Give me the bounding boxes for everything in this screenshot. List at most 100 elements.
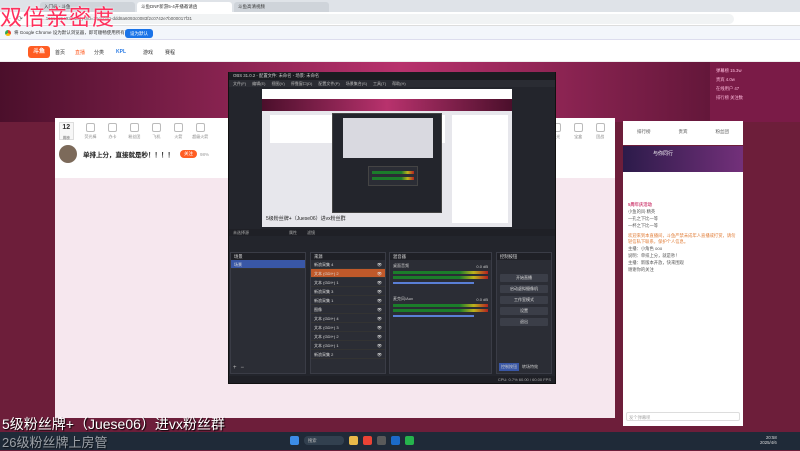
browser-tab-bar: 入门必 - 斗鱼 斗鱼DNF新游5-4开播邀请函 斗鱼高清视频 [0,0,800,12]
gift-item[interactable]: 宝盒 [567,122,589,140]
tab-rank[interactable]: 排行榜 [637,129,651,135]
menu-item[interactable]: 停靠窗口(D) [291,81,313,87]
filters-button[interactable]: 滤镜 [307,230,315,236]
file-explorer-icon[interactable] [349,436,358,445]
remove-icon[interactable]: − [241,365,245,371]
menu-item[interactable]: 视图(V) [271,81,284,87]
eye-icon: 👁 [376,271,382,276]
preview-browser-bar [262,89,512,99]
obs-scenes-panel: 场景 场景 + − [230,252,306,374]
chat-input[interactable]: 发个弹幕呗 [626,412,740,421]
controls-header: 控制按钮 [497,253,551,260]
source-item[interactable]: 新浪采集 4 👁 [311,260,385,269]
exit-button[interactable]: 退出 [500,318,548,326]
eye-icon: 👁 [376,280,382,285]
volume-slider[interactable] [393,315,474,317]
source-item[interactable]: 新浪采集 2 👁 [311,350,385,359]
menu-item[interactable]: 配置文件(P) [318,81,339,87]
gift-item[interactable]: 超级火箭 [189,122,211,140]
gift-item[interactable]: 粉丝团 [123,122,145,140]
follow-button[interactable]: 关注 [180,150,197,158]
tab-fans[interactable]: 粉丝团 [716,129,730,135]
gift-item[interactable]: 办卡 [102,122,124,140]
virtual-camera-button[interactable]: 启动虚拟摄像机 [500,285,548,293]
preview-chat [452,115,508,223]
room-stats-panel: 弹幕榜 15.3w 贵宾 4.0w 在线用户 47 排行榜 关注数 [710,62,800,122]
start-streaming-button[interactable]: 开始直播 [500,274,548,282]
set-default-button[interactable]: 设为默认 [125,29,153,38]
menu-item[interactable]: 编辑(E) [252,81,265,87]
eye-icon: 👁 [376,307,382,312]
url-input[interactable]: ...16557354927&ddyshd=25e0ba0-ddd8a6093c… [34,14,734,24]
eye-icon: 👁 [376,325,382,330]
nav-games[interactable]: 游戏 [143,49,153,56]
menu-item[interactable]: 帮助(H) [392,81,406,87]
scene-controls: + − [233,365,244,371]
tab-controls[interactable]: 控制按钮 [499,363,519,371]
site-logo[interactable]: 斗鱼 [28,46,50,58]
add-icon[interactable]: + [233,365,237,371]
nav-home[interactable]: 首页 [55,49,65,56]
tab-transitions[interactable]: 转场特效 [522,364,538,370]
eye-icon: 👁 [376,343,382,348]
scene-item[interactable]: 场景 [231,260,305,269]
source-item[interactable]: 文本 (GDI+) 1 👁 [311,341,385,350]
obs-preview[interactable]: 5级粉丝牌+（Juese06）进vx粉丝群 [262,89,512,227]
nav-live[interactable]: 直播 [75,49,85,56]
source-item[interactable]: 文本 (GDI+) 3 👁 [311,323,385,332]
scenes-header: 场景 [231,253,305,260]
gift-item[interactable]: 飞机 [145,122,167,140]
chat-message: 谢谢你的关注 [628,267,654,272]
steam-icon[interactable] [391,436,400,445]
gift-item[interactable]: 火箭 [167,122,189,140]
browser-tab-active[interactable]: 斗鱼DNF新游5-4开播邀请函 [137,2,232,12]
source-item[interactable]: 文本 (GDI+) 1 👁 [311,278,385,287]
stat-line: 排行榜 关注数 [716,95,743,100]
preview-caption: 5级粉丝牌+（Juese06）进vx粉丝群 [266,216,346,222]
source-item[interactable]: 文本 (GDI+) 2 👁 [311,332,385,341]
overlay-fans-group: 5级粉丝牌+（Juese06）进vx粉丝群 [2,416,225,432]
stat-line: 在线用户 47 [716,86,740,91]
menu-item[interactable]: 文件(F) [233,81,246,87]
gift-item[interactable]: 团战 [589,122,611,140]
source-item[interactable]: 新浪采集 3 👁 [311,287,385,296]
menu-item[interactable]: 场景集合(S) [346,81,367,87]
obs-taskbar-icon[interactable] [377,436,386,445]
studio-mode-button[interactable]: 工作室模式 [500,296,548,304]
taskbar-icons: 搜索 [290,436,419,445]
overlay-title: 双倍亲密度 [0,6,116,31]
wechat-icon[interactable] [405,436,414,445]
chat-message: 主播：小角色 ooo [628,246,663,251]
source-item-selected[interactable]: 文本 (GDI+) 2 👁 [311,269,385,278]
obs-controls-panel: 控制按钮 开始直播 启动虚拟摄像机 工作室模式 设置 退出 控制按钮 转场特效 [496,252,552,374]
follow-count: 98% [200,151,210,157]
menu-item[interactable]: 工具(T) [373,81,386,87]
chrome-taskbar-icon[interactable] [363,436,372,445]
chat-system-message: 欢迎来到本直播间，斗鱼严禁未成年人直播或打赏，请勿轻信私下联系，保护个人信息。 [628,233,736,244]
taskbar-clock[interactable]: 20:58 2025/4/6 [760,435,777,445]
source-item[interactable]: 图像 👁 [311,305,385,314]
nav-category[interactable]: 分类 [94,49,104,56]
chat-promo-banner[interactable]: 与你同行 [623,146,743,172]
chat-top-user: 一孔之下比一等 [628,216,659,221]
taskbar-search[interactable]: 搜索 [304,436,344,445]
tab-vip[interactable]: 贵宾 [679,129,688,135]
gift-item[interactable]: 荧光棒 [80,122,102,140]
avatar[interactable] [59,145,77,163]
preview-nested-preview [343,118,433,158]
windows-start-icon[interactable] [290,436,299,445]
browser-tab[interactable]: 斗鱼高清视频 [234,2,329,12]
chat-message-list: 5周年庆活动 小鱼的风·精英 一孔之下比一等 一杯之下比一等 欢迎来到本直播间，… [628,202,738,274]
mixer-header: 混音器 [390,253,491,260]
volume-slider[interactable] [393,282,474,284]
taskbar: 搜索 20:58 2025/4/6 [0,432,800,450]
nav-kpl[interactable]: KPL [116,49,126,55]
source-item[interactable]: 文本 (GDI+) 4 👁 [311,314,385,323]
properties-button[interactable]: 属性 [289,230,297,236]
settings-button[interactable]: 设置 [500,307,548,315]
eye-icon: 👁 [376,262,382,267]
source-item[interactable]: 新浪采集 1 👁 [311,296,385,305]
volume-meter [393,276,488,279]
obs-title-bar: OBS 31.0.2 - 配置文件: 未命名 - 场景: 未命名 [229,72,555,80]
nav-schedule[interactable]: 赛程 [165,49,175,56]
